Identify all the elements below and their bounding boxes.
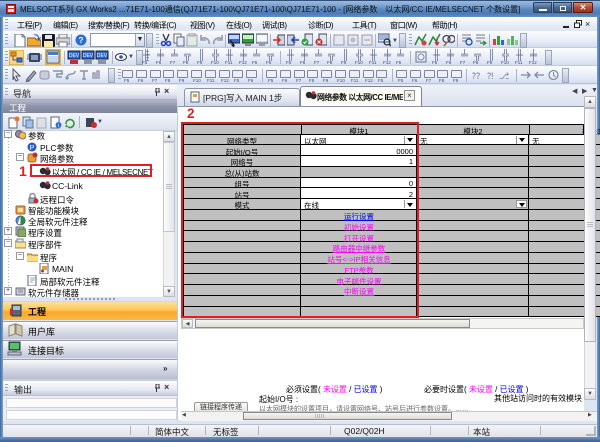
svg-text:?: ? [79, 36, 84, 45]
svg-text:i: i [58, 123, 59, 129]
svg-text:⁇: ⁇ [472, 71, 480, 81]
svg-text:P: P [30, 145, 35, 152]
svg-text:⁈: ⁈ [487, 71, 494, 81]
svg-text:DEV: DEV [97, 53, 108, 59]
svg-text:⎇: ⎇ [499, 71, 509, 81]
svg-text:DEV: DEV [83, 53, 94, 59]
svg-text:DEV: DEV [69, 53, 80, 59]
